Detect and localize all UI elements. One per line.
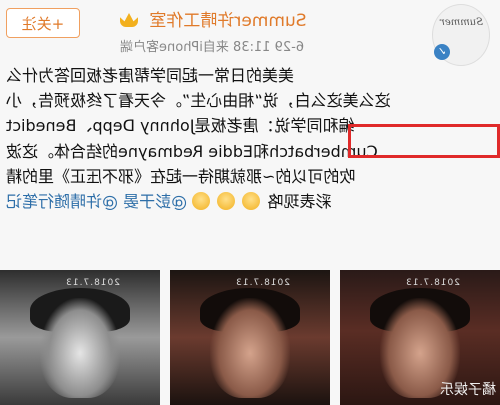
- follow-button[interactable]: +关注: [6, 8, 80, 38]
- account-name[interactable]: Summer许晴工作室: [120, 6, 307, 31]
- post-line: 吹的可以的~那就期待一起在《邪不压正》里的精: [6, 167, 356, 186]
- post-body: 美美的日常一起同学帮唐老板回答为什么 这么美这么白，说“相由心生”。今天看了终极…: [0, 64, 500, 264]
- face-shape: [210, 298, 290, 398]
- mention-link[interactable]: @许晴随行笔记: [6, 192, 118, 211]
- post-line: 彩表现咯 @彭于晏 @许晴随行笔记: [6, 190, 332, 213]
- post-line-text: 彩表现咯: [267, 192, 332, 211]
- smile-emoji-icon: [242, 192, 261, 210]
- account-name-text[interactable]: Summer许晴工作室: [149, 11, 306, 31]
- mention-link[interactable]: @彭于晏: [123, 192, 187, 211]
- avatar-text: Summer: [440, 17, 483, 28]
- post-timestamp: 6-29 11:38: [233, 40, 305, 55]
- post-line: 这么美这么白，说“相由心生”。今天看了终极预告，小: [6, 91, 391, 110]
- post-photo[interactable]: 2018.7.13: [170, 270, 330, 405]
- weibo-post: +关注 Summer许晴工作室 6-29 11:38 来自iPhone客户端 S…: [0, 0, 500, 405]
- photo-date: 2018.7.13: [235, 278, 290, 288]
- post-line: 美美的日常一起同学帮唐老板回答为什么: [6, 66, 295, 85]
- smile-emoji-icon: [192, 192, 211, 210]
- account-info: Summer许晴工作室 6-29 11:38 来自iPhone客户端: [120, 6, 340, 62]
- photo-date: 2018.7.13: [65, 278, 120, 288]
- photo-watermark: 橘子娱乐: [440, 382, 496, 398]
- post-photo[interactable]: 2018.7.13 橘子娱乐: [340, 270, 500, 405]
- post-meta: 6-29 11:38 来自iPhone客户端: [120, 36, 304, 55]
- verified-icon: ✓: [434, 44, 450, 60]
- face-shape: [40, 298, 120, 398]
- smile-emoji-icon: [217, 192, 236, 210]
- post-line: 编和同学说：唐老板是Johnny Depp、Benedict: [6, 116, 355, 135]
- highlight-box: [348, 124, 500, 158]
- post-source: 来自iPhone客户端: [120, 40, 229, 55]
- photo-date: 2018.7.13: [405, 278, 460, 288]
- post-photo[interactable]: 2018.7.13: [0, 270, 160, 405]
- post-line: Cumberbatch和Eddie Redmayne的结合体。这波: [6, 142, 378, 161]
- crown-icon: [120, 13, 138, 27]
